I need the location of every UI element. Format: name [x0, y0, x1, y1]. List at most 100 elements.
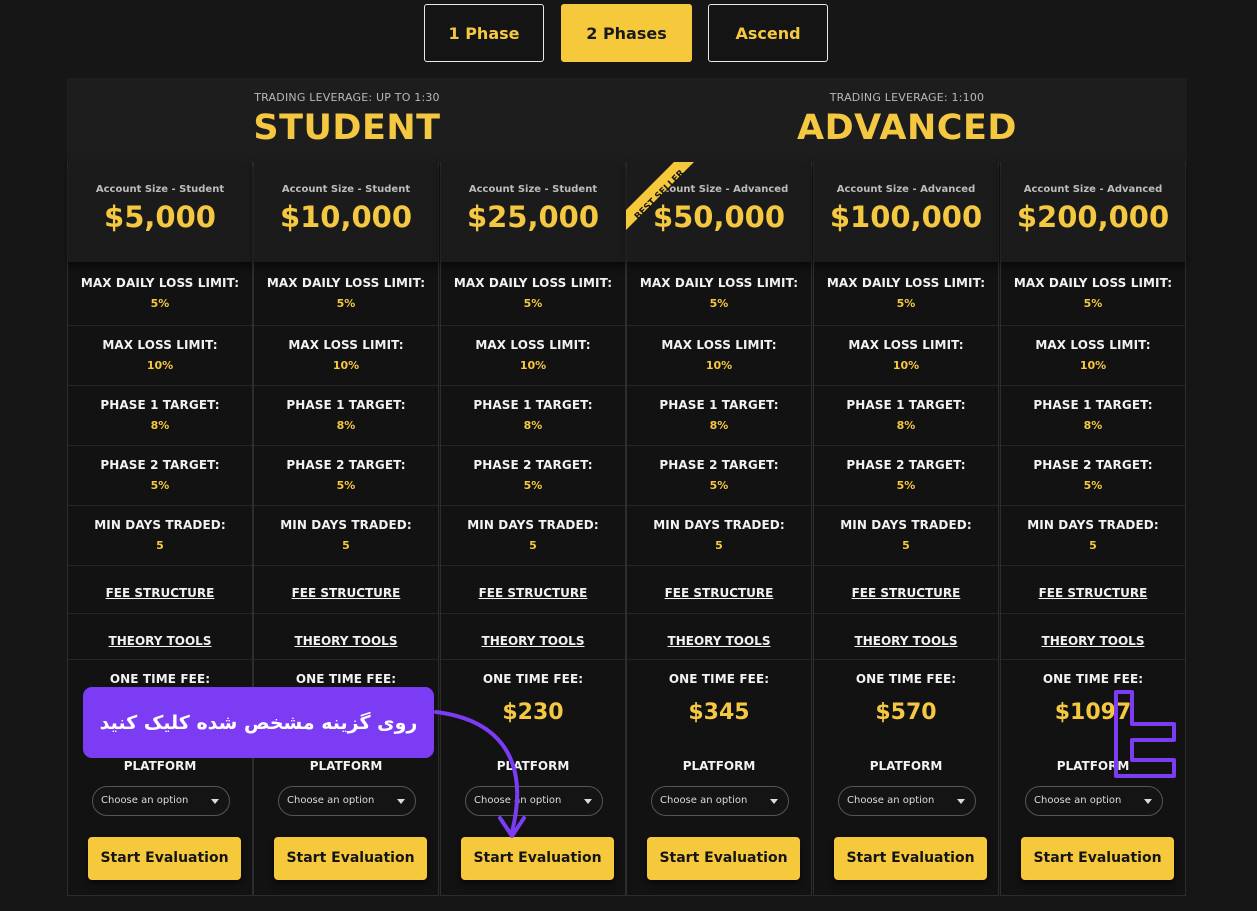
select-value: Choose an option [101, 795, 189, 806]
row-max-daily-loss: MAX DAILY LOSS LIMIT: 5% [627, 264, 811, 326]
row-max-loss: MAX LOSS LIMIT: 10% [1001, 326, 1185, 386]
theory-tools-link[interactable]: THEORY TOOLS [109, 634, 212, 648]
account-size-value: $200,000 [1016, 200, 1170, 234]
platform-select[interactable]: Choose an option [465, 786, 603, 816]
fee-structure-link[interactable]: FEE STRUCTURE [1039, 586, 1148, 600]
fee-structure-link[interactable]: FEE STRUCTURE [292, 586, 401, 600]
start-evaluation-button[interactable]: Start Evaluation [1021, 837, 1174, 880]
row-value: 8% [523, 419, 543, 432]
account-size-value: $10,000 [279, 200, 413, 234]
tab-2-phases[interactable]: 2 Phases [561, 4, 692, 62]
row-theory-tools: THEORY TOOLS [627, 614, 811, 660]
row-label: MIN DAYS TRADED: [280, 518, 412, 532]
row-max-daily-loss: MAX DAILY LOSS LIMIT: 5% [254, 264, 438, 326]
fee-value: $345 [688, 700, 750, 725]
row-label: MAX DAILY LOSS LIMIT: [453, 276, 613, 290]
theory-tools-link[interactable]: THEORY TOOLS [1042, 634, 1145, 648]
row-value: 5 [529, 539, 537, 552]
row-min-days: MIN DAYS TRADED: 5 [814, 506, 998, 566]
best-seller-ribbon: BEST SELLER [626, 162, 696, 232]
row-label: ONE TIME FEE: [1042, 672, 1144, 686]
account-size-header: Account Size - Student $25,000 [441, 162, 625, 262]
platform-select[interactable]: Choose an option [651, 786, 789, 816]
row-label: PHASE 2 TARGET: [846, 458, 966, 472]
row-value: 5% [523, 479, 543, 492]
fee-structure-link[interactable]: FEE STRUCTURE [852, 586, 961, 600]
instruction-callout: روی گزینه مشخص شده کلیک کنید [83, 687, 434, 758]
platform-select[interactable]: Choose an option [92, 786, 230, 816]
select-value: Choose an option [474, 795, 562, 806]
start-evaluation-button[interactable]: Start Evaluation [834, 837, 987, 880]
group-title: STUDENT [253, 108, 441, 148]
platform-select[interactable]: Choose an option [1025, 786, 1163, 816]
row-value: 5 [342, 539, 350, 552]
row-fee-structure: FEE STRUCTURE [1001, 566, 1185, 614]
row-label: MIN DAYS TRADED: [467, 518, 599, 532]
account-size-label: Account Size - Student [468, 184, 598, 195]
row-value: 5% [523, 297, 543, 310]
plan-column: Account Size - Advanced $100,000 MAX DAILY… [813, 162, 999, 896]
row-value: 5% [709, 297, 729, 310]
row-value: 5 [902, 539, 910, 552]
platform-select[interactable]: Choose an option [838, 786, 976, 816]
start-evaluation-button[interactable]: Start Evaluation [647, 837, 800, 880]
row-value: 10% [519, 359, 547, 372]
row-one-time-fee: ONE TIME FEE: [1001, 660, 1185, 690]
theory-tools-link[interactable]: THEORY TOOLS [482, 634, 585, 648]
select-value: Choose an option [287, 795, 375, 806]
row-label: MAX LOSS LIMIT: [661, 338, 777, 352]
row-value: 8% [336, 419, 356, 432]
plan-column: Account Size - Student $25,000 MAX DAILY L… [440, 162, 626, 896]
row-max-loss: MAX LOSS LIMIT: 10% [814, 326, 998, 386]
row-one-time-fee: ONE TIME FEE: [814, 660, 998, 690]
row-min-days: MIN DAYS TRADED: 5 [1001, 506, 1185, 566]
row-phase1: PHASE 1 TARGET: 8% [627, 386, 811, 446]
row-label: MAX LOSS LIMIT: [1035, 338, 1151, 352]
start-evaluation-button[interactable]: Start Evaluation [461, 837, 614, 880]
row-value: 8% [1083, 419, 1103, 432]
theory-tools-link[interactable]: THEORY TOOLS [668, 634, 771, 648]
platform-select[interactable]: Choose an option [278, 786, 416, 816]
row-phase2: PHASE 2 TARGET: 5% [814, 446, 998, 506]
callout-text: روی گزینه مشخص شده کلیک کنید [99, 711, 418, 734]
fee-structure-link[interactable]: FEE STRUCTURE [106, 586, 215, 600]
group-title: ADVANCED [797, 108, 1017, 148]
row-label: PHASE 1 TARGET: [659, 398, 779, 412]
select-value: Choose an option [847, 795, 935, 806]
theory-tools-link[interactable]: THEORY TOOLS [295, 634, 398, 648]
row-one-time-fee: ONE TIME FEE: [441, 660, 625, 690]
fee-structure-link[interactable]: FEE STRUCTURE [665, 586, 774, 600]
brand-logo-icon [1114, 690, 1176, 778]
fee-value: $230 [502, 700, 564, 725]
platform-label: PLATFORM [869, 759, 943, 773]
row-label: PHASE 2 TARGET: [100, 458, 220, 472]
chevron-down-icon [957, 799, 965, 804]
tab-ascend[interactable]: Ascend [708, 4, 828, 62]
group-leverage: TRADING LEVERAGE: UP TO 1:30 [254, 91, 440, 104]
row-value: 5% [150, 297, 170, 310]
row-label: MAX LOSS LIMIT: [102, 338, 218, 352]
theory-tools-link[interactable]: THEORY TOOLS [855, 634, 958, 648]
row-label: MAX LOSS LIMIT: [288, 338, 404, 352]
fee-structure-link[interactable]: FEE STRUCTURE [479, 586, 588, 600]
account-size-header: Account Size - Student $10,000 [254, 162, 438, 262]
account-size-value: $5,000 [104, 200, 216, 234]
start-evaluation-button[interactable]: Start Evaluation [274, 837, 427, 880]
row-label: MAX LOSS LIMIT: [475, 338, 591, 352]
row-min-days: MIN DAYS TRADED: 5 [254, 506, 438, 566]
plan-column: Account Size - Student $5,000 MAX DAILY LO… [67, 162, 253, 896]
row-theory-tools: THEORY TOOLS [814, 614, 998, 660]
select-value: Choose an option [660, 795, 748, 806]
account-size-label: Account Size - Student [95, 184, 225, 195]
chevron-down-icon [584, 799, 592, 804]
row-label: ONE TIME FEE: [668, 672, 770, 686]
start-evaluation-button[interactable]: Start Evaluation [88, 837, 241, 880]
row-max-daily-loss: MAX DAILY LOSS LIMIT: 5% [1001, 264, 1185, 326]
tab-1-phase[interactable]: 1 Phase [424, 4, 544, 62]
row-value: 5% [709, 479, 729, 492]
row-label: MAX DAILY LOSS LIMIT: [826, 276, 986, 290]
row-label: ONE TIME FEE: [295, 672, 397, 686]
row-phase1: PHASE 1 TARGET: 8% [441, 386, 625, 446]
row-fee-structure: FEE STRUCTURE [814, 566, 998, 614]
row-one-time-fee: ONE TIME FEE: [627, 660, 811, 690]
